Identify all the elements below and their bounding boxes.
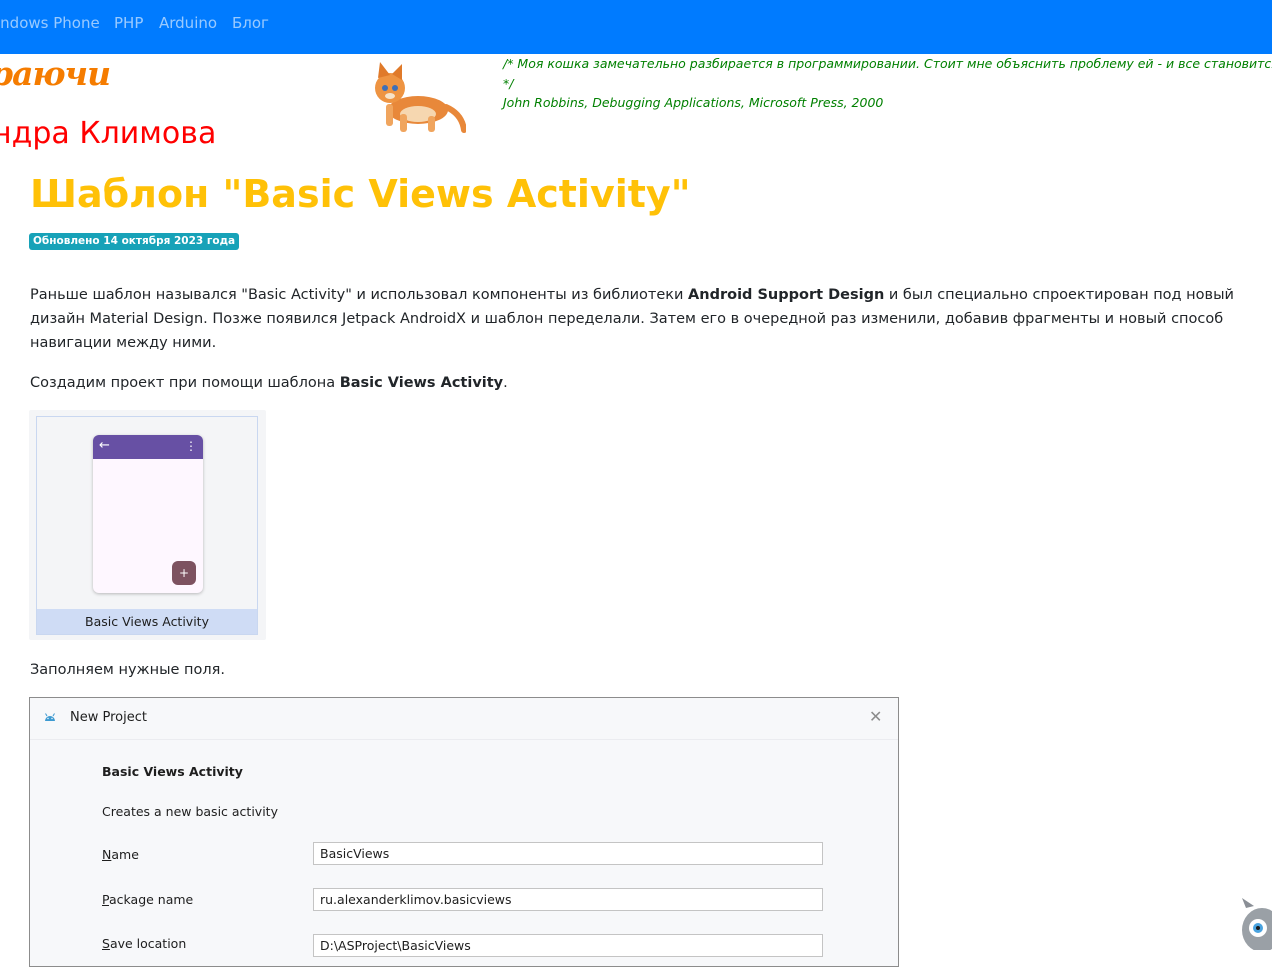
mascot-icon[interactable] — [1236, 898, 1272, 950]
save-location-label: Save location — [102, 936, 186, 951]
template-preview-frame: ← ⋮ + Basic Views Activity — [36, 416, 258, 635]
intro-bold: Android Support Design — [688, 287, 885, 303]
template-label: Basic Views Activity — [37, 609, 257, 634]
save-label-text: ave location — [109, 936, 187, 951]
cat-image — [375, 62, 466, 133]
nav-link-arduino[interactable]: Arduino — [159, 14, 217, 32]
nav-link-php[interactable]: PHP — [114, 14, 143, 32]
save-location-value: D:\ASProject\BasicViews — [320, 938, 471, 953]
name-label: Name — [102, 847, 139, 862]
package-name-label: Package name — [102, 892, 193, 907]
quote-text: /* Моя кошка замечательно разбирается в … — [503, 56, 1272, 71]
save-location-input[interactable]: D:\ASProject\BasicViews — [313, 934, 823, 957]
site-title[interactable]: раючи — [0, 54, 111, 93]
package-mnemonic: P — [102, 892, 109, 907]
create-bold: Basic Views Activity — [339, 375, 504, 391]
package-label-text: ackage name — [108, 892, 194, 907]
template-name: Basic Views Activity — [102, 764, 243, 779]
updated-badge: Обновлено 14 октября 2023 года — [29, 233, 240, 250]
name-label-text: ame — [111, 847, 139, 862]
create-text-1: Создадим проект при помощи шаблона — [30, 375, 340, 391]
create-text-2: . — [503, 375, 508, 391]
site-author: ндра Климова — [0, 116, 217, 151]
close-icon[interactable]: ✕ — [869, 708, 882, 726]
intro-paragraph: Раньше шаблон назывался "Basic Activity"… — [30, 283, 1270, 355]
phone-mockup: ← ⋮ + — [93, 435, 203, 593]
intro-text-1: Раньше шаблон назывался "Basic Activity"… — [30, 287, 689, 303]
page-title: Шаблон "Basic Views Activity" — [30, 172, 691, 216]
phone-app-bar: ← ⋮ — [93, 435, 203, 459]
quote-end: */ — [503, 75, 514, 91]
quote-source: John Robbins, Debugging Applications, Mi… — [503, 95, 884, 110]
nav-link-windows-phone[interactable]: indows Phone — [0, 14, 100, 32]
package-name-input[interactable]: ru.alexanderklimov.basicviews — [313, 888, 823, 911]
template-description: Creates a new basic activity — [102, 804, 278, 819]
dialog-title: New Project — [70, 710, 147, 725]
create-paragraph: Создадим проект при помощи шаблона Basic… — [30, 371, 1270, 395]
dialog-titlebar: New Project ✕ — [30, 698, 898, 740]
overflow-menu-icon: ⋮ — [185, 439, 197, 453]
template-preview-image: ← ⋮ + Basic Views Activity — [29, 410, 266, 640]
top-navbar: indows Phone PHP Arduino Блог — [0, 0, 1272, 54]
name-input[interactable]: BasicViews — [313, 842, 823, 865]
name-mnemonic: N — [102, 847, 112, 862]
android-icon — [45, 713, 55, 721]
new-project-dialog: New Project ✕ Basic Views Activity Creat… — [29, 697, 899, 967]
fill-fields-paragraph: Заполняем нужные поля. — [30, 662, 226, 678]
nav-link-blog[interactable]: Блог — [232, 14, 269, 32]
fab-plus-icon: + — [172, 561, 196, 585]
save-mnemonic: S — [102, 936, 110, 951]
back-arrow-icon: ← — [99, 438, 110, 453]
quote-block: /* Моя кошка замечательно разбирается в … — [503, 54, 1272, 113]
